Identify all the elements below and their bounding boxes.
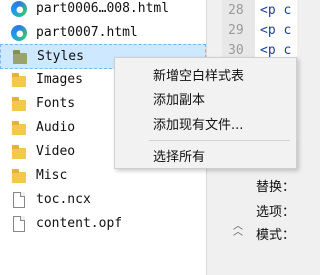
context-menu: 新增空白样式表 添加副本 添加现有文件... 选择所有 — [114, 57, 297, 169]
tree-item-label: Styles — [37, 49, 84, 64]
menu-item-add-copy[interactable]: 添加副本 — [153, 89, 205, 108]
code-line: <p c — [260, 23, 292, 38]
folder-icon — [10, 95, 28, 113]
tree-item-label: part0007.html — [36, 25, 138, 40]
tree-item-part0006[interactable]: part0006…008.html — [0, 0, 206, 21]
double-chevron-up-icon[interactable]: ︿ ︿ — [233, 222, 243, 238]
file-icon — [10, 215, 28, 233]
line-number: 29 — [228, 23, 244, 38]
tree-item-label: Audio — [36, 120, 76, 135]
tree-item-label: part0006…008.html — [36, 1, 170, 16]
tree-item-content-opf[interactable]: content.opf — [0, 212, 206, 236]
replace-label: 替换： — [256, 180, 296, 195]
folder-icon — [10, 119, 28, 137]
menu-item-select-all[interactable]: 选择所有 — [153, 146, 205, 165]
code-line: <p c — [260, 43, 292, 58]
menu-item-new-blank-stylesheet[interactable]: 新增空白样式表 — [153, 65, 244, 84]
folder-icon — [11, 48, 29, 66]
line-number: 30 — [228, 43, 244, 58]
tree-item-toc[interactable]: toc.ncx — [0, 188, 206, 212]
folder-icon — [10, 143, 28, 161]
file-icon — [10, 191, 28, 209]
tree-item-label: toc.ncx — [36, 192, 91, 207]
tree-item-label: Images — [36, 72, 83, 87]
code-line: <p c — [260, 3, 292, 18]
line-number: 28 — [228, 3, 244, 18]
folder-icon — [10, 71, 28, 89]
tree-item-label: Fonts — [36, 96, 76, 111]
tree-item-label: content.opf — [36, 216, 123, 231]
menu-item-add-existing-files[interactable]: 添加现有文件... — [153, 114, 243, 133]
mode-label: 模式： — [256, 228, 296, 243]
tree-item-label: Video — [36, 144, 76, 159]
options-label: 选项： — [256, 205, 296, 220]
menu-separator — [149, 140, 290, 141]
tree-item-part0007[interactable]: part0007.html — [0, 21, 206, 45]
folder-icon — [10, 167, 28, 185]
edge-html-icon — [10, 0, 28, 18]
edge-html-icon — [10, 24, 28, 42]
tree-item-label: Misc — [36, 168, 68, 183]
